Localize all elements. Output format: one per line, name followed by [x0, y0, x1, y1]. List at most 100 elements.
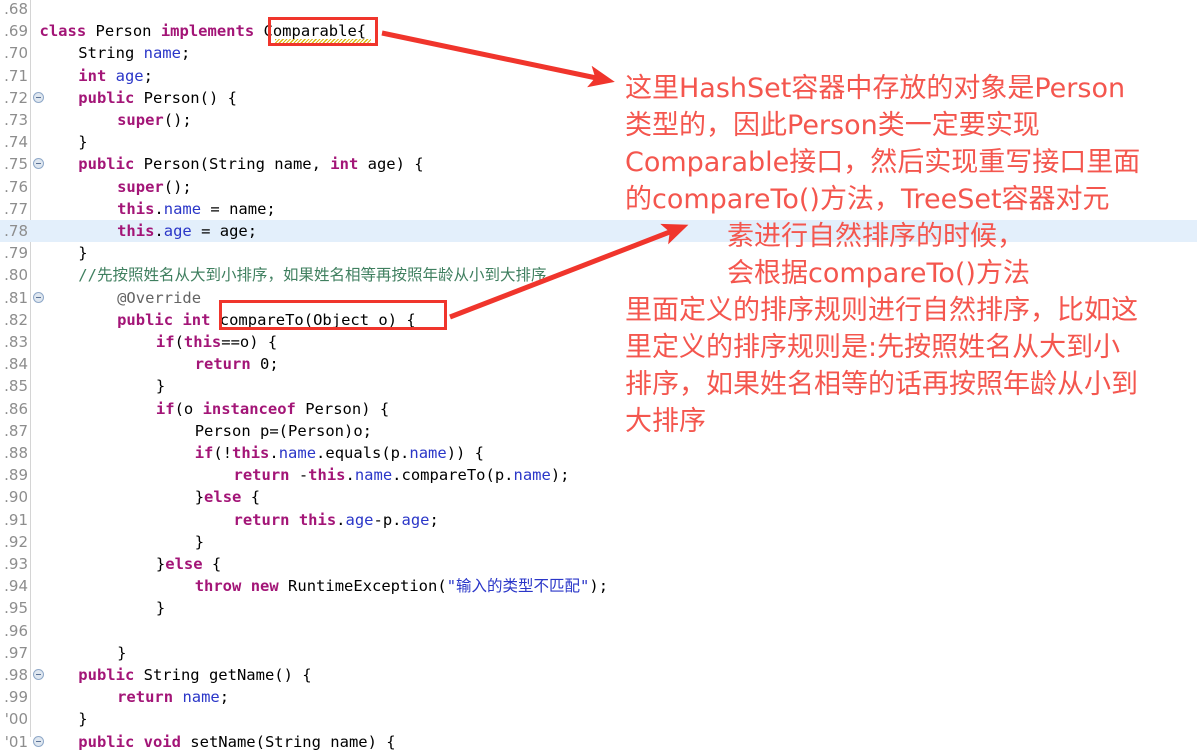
code-line[interactable]: '00}: [0, 708, 1197, 730]
code-line[interactable]: .93 }else {: [0, 553, 1197, 575]
code-line[interactable]: .98 public String getName() {: [0, 664, 1197, 686]
code-text[interactable]: return 0;: [195, 353, 279, 375]
code-text[interactable]: }: [156, 375, 165, 397]
code-line[interactable]: .70 String name;: [0, 42, 1197, 64]
line-number: .91: [4, 510, 28, 529]
code-line[interactable]: .89 return -this.name.compareTo(p.name);: [0, 464, 1197, 486]
line-number: .69: [4, 22, 28, 41]
code-text[interactable]: }else {: [195, 486, 260, 508]
note-line-2: 类型的，因此Person类一定要实现: [625, 110, 1040, 141]
line-number: .72: [4, 88, 28, 107]
line-number: .93: [4, 555, 28, 573]
line-number: .96: [4, 621, 28, 640]
code-text[interactable]: Person p=(Person)o;: [195, 420, 372, 442]
line-number: .70: [4, 44, 28, 63]
line-number: .78: [4, 222, 28, 240]
code-text[interactable]: return -this.name.compareTo(p.name);: [234, 464, 570, 486]
code-text[interactable]: @Override: [117, 287, 201, 309]
code-text[interactable]: public String getName() {: [78, 664, 311, 686]
line-number: .84: [4, 355, 28, 374]
code-line[interactable]: .92}: [0, 531, 1197, 553]
code-text[interactable]: }else {: [156, 553, 221, 575]
line-number: .71: [4, 66, 28, 85]
code-text[interactable]: }: [78, 242, 87, 264]
code-text[interactable]: return this.age-p.age;: [234, 509, 439, 531]
code-line[interactable]: .95}: [0, 597, 1197, 619]
code-editor[interactable]: .68 .69 class Person implements Comparable…: [0, 0, 1197, 751]
code-line[interactable]: .88 if(!this.name.equals(p.name)) {: [0, 442, 1197, 464]
line-number: .76: [4, 177, 28, 196]
code-line[interactable]: '01 public void setName(String name) {: [0, 731, 1197, 753]
code-text[interactable]: //先按照姓名从大到小排序，如果姓名相等再按照年龄从小到大排序: [78, 264, 546, 286]
line-number: .73: [4, 111, 28, 129]
line-number: .68: [4, 0, 28, 18]
fold-collapse-icon[interactable]: [33, 158, 44, 170]
code-text[interactable]: }: [195, 531, 204, 553]
code-text[interactable]: return name;: [117, 686, 229, 708]
note-line-5: 素进行自然排序的时候，: [727, 221, 1024, 252]
note-line-9: 排序，如果姓名相等的话再按照年龄从小到: [625, 369, 1138, 400]
line-number: .98: [4, 666, 28, 684]
line-number: .94: [4, 577, 28, 596]
line-number: '01: [4, 732, 28, 751]
code-text[interactable]: }: [117, 642, 126, 664]
code-text[interactable]: int age;: [78, 65, 153, 87]
line-number: .77: [4, 199, 28, 218]
note-line-10: 大排序: [625, 406, 706, 437]
line-number: .74: [4, 133, 28, 152]
comparable-warning-squiggle: [275, 39, 371, 43]
line-number: .75: [4, 155, 28, 174]
note-line-8: 里定义的排序规则是:先按照姓名从大到小: [625, 332, 1121, 363]
line-number: .85: [4, 377, 28, 396]
code-text[interactable]: public Person(String name, int age) {: [78, 153, 423, 175]
line-number: .95: [4, 599, 28, 618]
fold-collapse-icon[interactable]: [33, 91, 44, 103]
line-number: .88: [4, 444, 28, 462]
line-number: '00: [4, 710, 28, 729]
code-text[interactable]: super();: [117, 176, 192, 198]
code-line[interactable]: .97}: [0, 642, 1197, 664]
code-text[interactable]: this.age = age;: [117, 220, 257, 242]
fold-collapse-icon[interactable]: [33, 669, 44, 680]
code-line[interactable]: .91 return this.age-p.age;: [0, 509, 1197, 531]
line-number: .89: [4, 466, 28, 485]
code-text[interactable]: throw new RuntimeException("输入的类型不匹配");: [195, 575, 608, 597]
code-line[interactable]: .96: [0, 620, 1197, 642]
note-line-6: 会根据compareTo()方法: [727, 258, 1030, 289]
line-number: .81: [4, 288, 28, 307]
code-line[interactable]: .68: [0, 0, 1197, 20]
line-number: .99: [4, 688, 28, 707]
code-text[interactable]: public int compareTo(Object o) {: [117, 309, 416, 331]
line-number: .97: [4, 643, 28, 662]
code-text[interactable]: String name;: [78, 42, 190, 64]
code-text[interactable]: super();: [117, 109, 192, 131]
fold-collapse-icon[interactable]: [33, 735, 44, 747]
code-text[interactable]: if(o instanceof Person) {: [156, 398, 389, 420]
code-text[interactable]: public void setName(String name) {: [78, 731, 395, 753]
note-line-7: 里面定义的排序规则进行自然排序，比如这: [625, 295, 1138, 326]
code-line[interactable]: .90 }else {: [0, 486, 1197, 508]
line-number: .90: [4, 488, 28, 507]
code-line[interactable]: .99 return name;: [0, 686, 1197, 708]
line-number: .92: [4, 532, 28, 551]
line-number: .79: [4, 244, 28, 263]
code-line[interactable]: .87 Person p=(Person)o;: [0, 420, 1197, 442]
code-text[interactable]: }: [156, 597, 165, 619]
note-line-4: 的compareTo()方法，TreeSet容器对元: [625, 184, 1110, 215]
code-text[interactable]: if(this==o) {: [156, 331, 277, 353]
code-line[interactable]: .94 throw new RuntimeException("输入的类型不匹配"…: [0, 575, 1197, 597]
code-text[interactable]: if(!this.name.equals(p.name)) {: [195, 442, 484, 464]
line-number: .83: [4, 333, 28, 351]
note-line-1: 这里HashSet容器中存放的对象是Person: [625, 73, 1126, 104]
line-number: .87: [4, 421, 28, 440]
code-line[interactable]: .69 class Person implements Comparable{: [0, 20, 1197, 42]
code-text[interactable]: this.name = name;: [117, 198, 276, 220]
fold-collapse-icon[interactable]: [33, 291, 44, 303]
line-number: .82: [4, 310, 28, 329]
line-number: .86: [4, 399, 28, 418]
note-line-3: Comparable接口，然后实现重写接口里面: [625, 147, 1141, 178]
code-text[interactable]: }: [78, 708, 87, 730]
line-number: .80: [4, 266, 28, 285]
code-text[interactable]: public Person() {: [78, 87, 237, 109]
code-text[interactable]: }: [78, 131, 87, 153]
